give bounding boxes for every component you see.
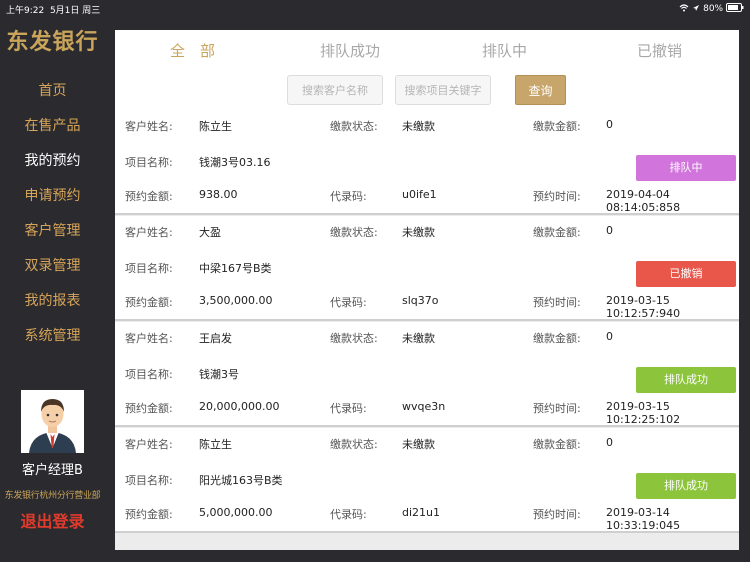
sidebar-item-2[interactable]: 我的预约: [0, 144, 105, 179]
tab-queuing[interactable]: 排队中: [482, 40, 527, 61]
customer-label: 客户姓名:: [125, 120, 173, 133]
tabs-bar: 全 部 排队成功 排队中 已撤销 搜索客户名称 搜索项目关键字 查询: [115, 30, 739, 110]
bank-logo: 东发银行: [6, 29, 99, 55]
customer-name: 陈立生: [199, 438, 232, 451]
project-name: 钱潮3号03.16: [199, 156, 271, 169]
customer-name: 大盈: [199, 226, 221, 239]
pay-status-label: 缴款状态:: [330, 226, 378, 239]
sidebar-item-6[interactable]: 我的报表: [0, 284, 105, 319]
reserve-time-value: 2019-03-15 10:12:25:102: [606, 400, 681, 426]
status-time: 上午9:22: [6, 6, 45, 16]
reservation-card: 客户姓名: 陈立生 缴款状态: 未缴款 缴款金额: 0 项目名称: 钱潮3号03.16 预约金额…: [115, 110, 739, 215]
reserve-amount-value: 938.00: [199, 188, 238, 201]
agent-code-value: di21u1: [402, 506, 441, 519]
status-badge[interactable]: 排队成功: [636, 473, 736, 499]
reserve-time-label: 预约时间:: [533, 190, 581, 203]
query-button[interactable]: 查询: [515, 75, 566, 105]
sidebar-item-4[interactable]: 客户管理: [0, 214, 105, 249]
sidebar-item-3[interactable]: 申请预约: [0, 179, 105, 214]
reserve-amount-value: 20,000,000.00: [199, 400, 280, 413]
reservation-card: 客户姓名: 陈立生 缴款状态: 未缴款 缴款金额: 0 项目名称: 阳光城163号B类预约金额…: [115, 428, 739, 533]
location-icon: [692, 4, 703, 14]
manager-avatar-icon: [21, 390, 84, 453]
project-name: 钱潮3号: [199, 368, 239, 381]
pay-status-value: 未缴款: [402, 120, 435, 133]
sidebar-menu: 首页 在售产品 我的预约 申请预约 客户管理 双录管理 我的报表 系统管理: [0, 74, 105, 354]
status-date: 5月1日 周三: [49, 6, 101, 16]
pay-status-label: 缴款状态:: [330, 332, 378, 345]
manager-name: 客户经理B: [22, 463, 83, 478]
status-right: 80%: [679, 3, 744, 14]
customer-label: 客户姓名:: [125, 226, 173, 239]
project-label: 项目名称:: [125, 368, 173, 381]
status-badge[interactable]: 已撤销: [636, 261, 736, 287]
pay-status-label: 缴款状态:: [330, 438, 378, 451]
project-label: 项目名称:: [125, 262, 173, 275]
reserve-time-label: 预约时间:: [533, 508, 581, 521]
sidebar-item-0[interactable]: 首页: [0, 74, 105, 109]
status-badge[interactable]: 排队成功: [636, 367, 736, 393]
pay-amount-value: 0: [606, 118, 613, 131]
project-name: 阳光城163号B类: [199, 474, 283, 487]
pay-status-value: 未缴款: [402, 332, 435, 345]
pay-amount-label: 缴款金额:: [533, 438, 581, 451]
logout-button[interactable]: 退出登录: [0, 508, 105, 532]
status-time-date: 上午9:22 5月1日 周三: [6, 3, 100, 16]
pay-amount-label: 缴款金额:: [533, 120, 581, 133]
wifi-icon: [679, 4, 692, 14]
reserve-amount-label: 预约金额:: [125, 190, 173, 203]
sidebar: 东发银行 首页 在售产品 我的预约 申请预约 客户管理 双录管理 我的报表 系统管理 客户经理…: [0, 18, 105, 562]
agent-code-value: slq37o: [402, 294, 439, 307]
reserve-amount-label: 预约金额:: [125, 508, 173, 521]
status-badge[interactable]: 排队中: [636, 155, 736, 181]
project-search-input[interactable]: 搜索项目关键字: [395, 75, 491, 105]
avatar: [21, 390, 84, 453]
project-label: 项目名称:: [125, 474, 173, 487]
reserve-time-value: 2019-04-04 08:14:05:858: [606, 188, 681, 214]
pay-amount-value: 0: [606, 436, 613, 449]
customer-name: 王启发: [199, 332, 232, 345]
agent-code-label: 代录码:: [330, 296, 367, 309]
project-name: 中梁167号B类: [199, 262, 272, 275]
customer-name: 陈立生: [199, 120, 232, 133]
pay-status-label: 缴款状态:: [330, 120, 378, 133]
pay-status-value: 未缴款: [402, 438, 435, 451]
tab-cancelled[interactable]: 已撤销: [637, 40, 682, 61]
sidebar-item-5[interactable]: 双录管理: [0, 249, 105, 284]
reserve-amount-value: 3,500,000.00: [199, 294, 273, 307]
tab-queue-success[interactable]: 排队成功: [320, 40, 380, 61]
project-label: 项目名称:: [125, 156, 173, 169]
agent-code-value: u0ife1: [402, 188, 437, 201]
reserve-time-label: 预约时间:: [533, 296, 581, 309]
agent-code-label: 代录码:: [330, 508, 367, 521]
reservation-list: 客户姓名: 陈立生 缴款状态: 未缴款 缴款金额: 0 项目名称: 钱潮3号03.16 预约金额…: [115, 110, 739, 534]
main-panel: 全 部 排队成功 排队中 已撤销 搜索客户名称 搜索项目关键字 查询 客户姓名:…: [115, 30, 739, 550]
sidebar-item-7[interactable]: 系统管理: [0, 319, 105, 354]
tab-all[interactable]: 全 部: [170, 40, 215, 61]
customer-search-input[interactable]: 搜索客户名称: [287, 75, 383, 105]
reserve-time-value: 2019-03-15 10:12:57:940: [606, 294, 681, 320]
pay-amount-label: 缴款金额:: [533, 332, 581, 345]
reserve-amount-value: 5,000,000.00: [199, 506, 273, 519]
customer-label: 客户姓名:: [125, 332, 173, 345]
pay-amount-value: 0: [606, 330, 613, 343]
reserve-amount-label: 预约金额:: [125, 296, 173, 309]
battery-percent: 80%: [703, 4, 724, 14]
reserve-amount-label: 预约金额:: [125, 402, 173, 415]
pay-status-value: 未缴款: [402, 226, 435, 239]
agent-code-label: 代录码:: [330, 190, 367, 203]
customer-label: 客户姓名:: [125, 438, 173, 451]
agent-code-value: wvqe3n: [402, 400, 446, 413]
reservation-card: 客户姓名: 王启发 缴款状态: 未缴款 缴款金额: 0 项目名称: 钱潮3号预约金额: 20,0…: [115, 322, 739, 427]
status-bar: 上午9:22 5月1日 周三 80%: [0, 0, 750, 18]
battery-icon: [726, 3, 744, 14]
reserve-time-value: 2019-03-14 10:33:19:045: [606, 506, 681, 532]
pay-amount-value: 0: [606, 224, 613, 237]
agent-code-label: 代录码:: [330, 402, 367, 415]
reservation-card: 客户姓名: 大盈 缴款状态: 未缴款 缴款金额: 0 项目名称: 中梁167号B类预约金额: 3…: [115, 216, 739, 321]
pay-amount-label: 缴款金额:: [533, 226, 581, 239]
sidebar-item-1[interactable]: 在售产品: [0, 109, 105, 144]
reserve-time-label: 预约时间:: [533, 402, 581, 415]
manager-branch: 东发银行杭州分行营业部: [4, 491, 101, 501]
